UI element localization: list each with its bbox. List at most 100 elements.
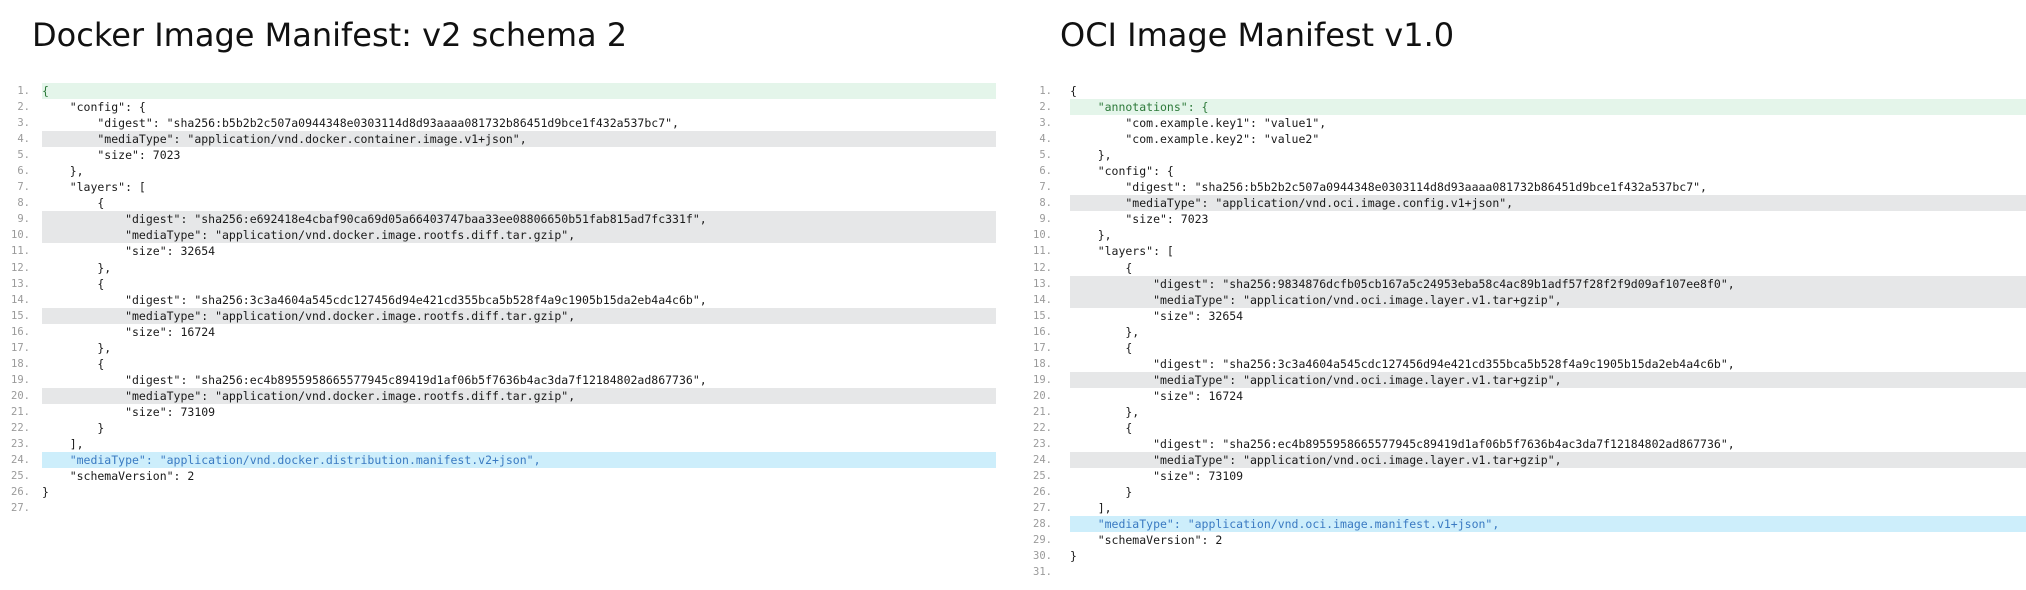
code-line: 5. }, bbox=[1030, 147, 2026, 163]
code-text: "size": 73109 bbox=[42, 404, 216, 419]
code-text: "mediaType": "application/vnd.docker.dis… bbox=[42, 452, 996, 469]
code-text: "size": 7023 bbox=[1070, 212, 1209, 227]
line-number: 2. bbox=[17, 101, 30, 114]
line-number: 23. bbox=[11, 438, 30, 451]
code-line: 20. "mediaType": "application/vnd.docker… bbox=[0, 387, 1000, 404]
line-number: 12. bbox=[11, 261, 30, 274]
code-line: 19. "mediaType": "application/vnd.oci.im… bbox=[1030, 371, 2026, 388]
code-text: { bbox=[1070, 260, 1133, 275]
code-line: 20. "size": 16724 bbox=[1030, 388, 2026, 404]
line-number: 9. bbox=[1039, 213, 1052, 226]
line-number: 1. bbox=[1039, 85, 1052, 97]
code-text: "mediaType": "application/vnd.oci.image.… bbox=[1070, 195, 2026, 212]
oci-manifest-code: 1.{2. "annotations": {3. "com.example.ke… bbox=[1030, 83, 2026, 580]
line-number: 5. bbox=[17, 149, 30, 162]
code-text: "size": 16724 bbox=[42, 324, 216, 339]
code-line: 26. } bbox=[1030, 484, 2026, 500]
code-line: 8. "mediaType": "application/vnd.oci.ima… bbox=[1030, 195, 2026, 212]
code-text: }, bbox=[1070, 228, 1112, 243]
line-number: 22. bbox=[11, 421, 30, 434]
code-line: 9. "size": 7023 bbox=[1030, 211, 2026, 227]
code-text: } bbox=[1070, 485, 1133, 500]
code-line: 1. { bbox=[0, 83, 1000, 100]
code-text: }, bbox=[1070, 404, 1140, 419]
code-line: 23. "digest": "sha256:ec4b89559586655779… bbox=[1030, 436, 2026, 452]
line-number: 20. bbox=[11, 389, 30, 402]
code-text: "mediaType": "application/vnd.oci.image.… bbox=[1070, 371, 2026, 388]
code-line: 9. "digest": "sha256:e692418e4cbaf90ca69… bbox=[0, 211, 1000, 228]
code-text: } bbox=[1070, 549, 1077, 564]
line-number: 16. bbox=[1033, 325, 1052, 338]
code-line: 29. "schemaVersion": 2 bbox=[1030, 532, 2026, 548]
line-number: 8. bbox=[17, 197, 30, 210]
code-line: 8. { bbox=[0, 195, 1000, 211]
code-line: 14. "digest": "sha256:3c3a4604a545cdc127… bbox=[0, 292, 1000, 308]
line-number: 9. bbox=[17, 213, 30, 226]
code-line: 17. }, bbox=[0, 340, 1000, 356]
line-number: 24. bbox=[1033, 454, 1052, 467]
line-number: 11. bbox=[11, 245, 30, 258]
line-number: 18. bbox=[11, 357, 30, 370]
code-text: "mediaType": "application/vnd.oci.image.… bbox=[1070, 291, 2026, 308]
line-number: 12. bbox=[1033, 261, 1052, 274]
code-text: ], bbox=[42, 437, 84, 452]
line-number: 17. bbox=[1033, 341, 1052, 354]
code-line: 2. "config": { bbox=[0, 99, 1000, 115]
oci-manifest-title: OCI Image Manifest v1.0 bbox=[1060, 16, 1455, 54]
code-text: } bbox=[42, 485, 49, 500]
line-number: 19. bbox=[1033, 373, 1052, 386]
code-text: "mediaType": "application/vnd.docker.con… bbox=[42, 131, 996, 148]
code-line: 24. "mediaType": "application/vnd.docker… bbox=[0, 452, 1000, 469]
code-text: { bbox=[42, 83, 996, 100]
code-line: 30.} bbox=[1030, 548, 2026, 564]
code-line: 15. "mediaType": "application/vnd.docker… bbox=[0, 307, 1000, 324]
code-line: 28. "mediaType": "application/vnd.oci.im… bbox=[1030, 516, 2026, 533]
code-line: 10. }, bbox=[1030, 227, 2026, 243]
line-number: 10. bbox=[11, 229, 30, 242]
line-number: 26. bbox=[1033, 486, 1052, 499]
line-number: 25. bbox=[1033, 470, 1052, 483]
line-number: 20. bbox=[1033, 389, 1052, 402]
code-text: "digest": "sha256:9834876dcfb05cb167a5c2… bbox=[1070, 275, 2026, 292]
line-number: 1. bbox=[17, 85, 30, 97]
code-line: 12. { bbox=[1030, 260, 2026, 276]
line-number: 13. bbox=[11, 277, 30, 290]
code-line: 18. "digest": "sha256:3c3a4604a545cdc127… bbox=[1030, 356, 2026, 372]
line-number: 3. bbox=[1039, 117, 1052, 130]
code-line: 10. "mediaType": "application/vnd.docker… bbox=[0, 227, 1000, 244]
code-line: 18. { bbox=[0, 356, 1000, 372]
code-line: 11. "size": 32654 bbox=[0, 243, 1000, 259]
code-text: "schemaVersion": 2 bbox=[42, 469, 195, 484]
line-number: 21. bbox=[1033, 405, 1052, 418]
line-number: 11. bbox=[1033, 245, 1052, 258]
line-number: 7. bbox=[17, 181, 30, 194]
line-number: 8. bbox=[1039, 197, 1052, 210]
line-number: 16. bbox=[11, 325, 30, 338]
line-number: 27. bbox=[11, 502, 30, 515]
code-line: 13. "digest": "sha256:9834876dcfb05cb167… bbox=[1030, 275, 2026, 292]
code-line: 25. "schemaVersion": 2 bbox=[0, 468, 1000, 484]
code-line: 23. ], bbox=[0, 436, 1000, 452]
code-line: 4. "com.example.key2": "value2" bbox=[1030, 131, 2026, 147]
code-line: 2. "annotations": { bbox=[1030, 99, 2026, 116]
line-number: 29. bbox=[1033, 534, 1052, 547]
line-number: 30. bbox=[1033, 550, 1052, 563]
line-number: 6. bbox=[17, 165, 30, 178]
line-number: 22. bbox=[1033, 421, 1052, 434]
code-line: 24. "mediaType": "application/vnd.oci.im… bbox=[1030, 452, 2026, 469]
docker-manifest-code: 1.{2. "config": {3. "digest": "sha256:b5… bbox=[0, 83, 1000, 516]
code-line: 13. { bbox=[0, 276, 1000, 292]
code-text: "size": 32654 bbox=[42, 244, 216, 259]
code-text: "layers": [ bbox=[42, 180, 146, 195]
code-text: "schemaVersion": 2 bbox=[1070, 533, 1223, 548]
code-text: "layers": [ bbox=[1070, 244, 1174, 259]
code-line: 6. }, bbox=[0, 163, 1000, 179]
code-text: "size": 16724 bbox=[1070, 388, 1244, 403]
code-text: "digest": "sha256:b5b2b2c507a0944348e030… bbox=[42, 116, 679, 131]
code-line: 7. "digest": "sha256:b5b2b2c507a0944348e… bbox=[1030, 179, 2026, 195]
line-number: 27. bbox=[1033, 502, 1052, 515]
code-text: "digest": "sha256:ec4b8955958665577945c8… bbox=[42, 372, 707, 387]
line-number: 6. bbox=[1039, 165, 1052, 178]
code-line: 15. "size": 32654 bbox=[1030, 308, 2026, 324]
